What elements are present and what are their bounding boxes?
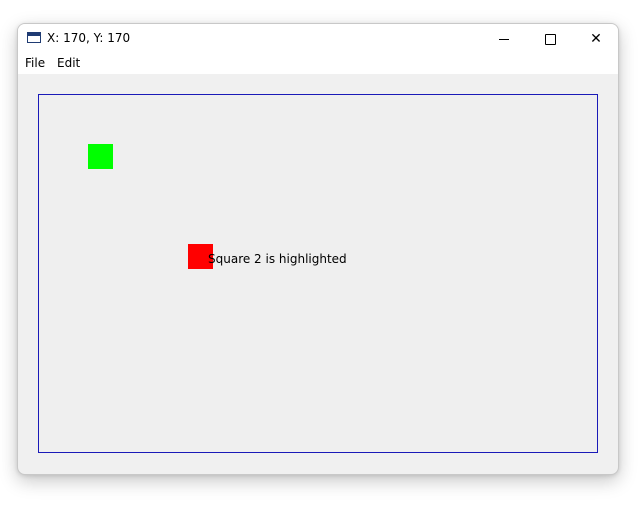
title-bar[interactable]: X: 170, Y: 170 ✕ bbox=[18, 24, 618, 54]
close-icon: ✕ bbox=[590, 31, 602, 47]
drawing-canvas[interactable]: Square 2 is highlighted bbox=[38, 94, 598, 453]
square-1[interactable] bbox=[88, 144, 113, 169]
maximize-icon bbox=[544, 33, 556, 45]
app-window: X: 170, Y: 170 ✕ File Edit Square 2 is h… bbox=[17, 23, 619, 475]
menu-bar: File Edit bbox=[18, 54, 618, 74]
menu-file[interactable]: File bbox=[25, 56, 45, 70]
window-title: X: 170, Y: 170 bbox=[47, 31, 131, 45]
window-app-icon bbox=[27, 32, 41, 43]
close-button[interactable]: ✕ bbox=[573, 24, 618, 54]
highlight-status-text: Square 2 is highlighted bbox=[208, 252, 347, 266]
minimize-icon bbox=[499, 38, 509, 40]
minimize-button[interactable] bbox=[481, 24, 527, 54]
menu-edit[interactable]: Edit bbox=[57, 56, 80, 70]
maximize-button[interactable] bbox=[527, 24, 573, 54]
